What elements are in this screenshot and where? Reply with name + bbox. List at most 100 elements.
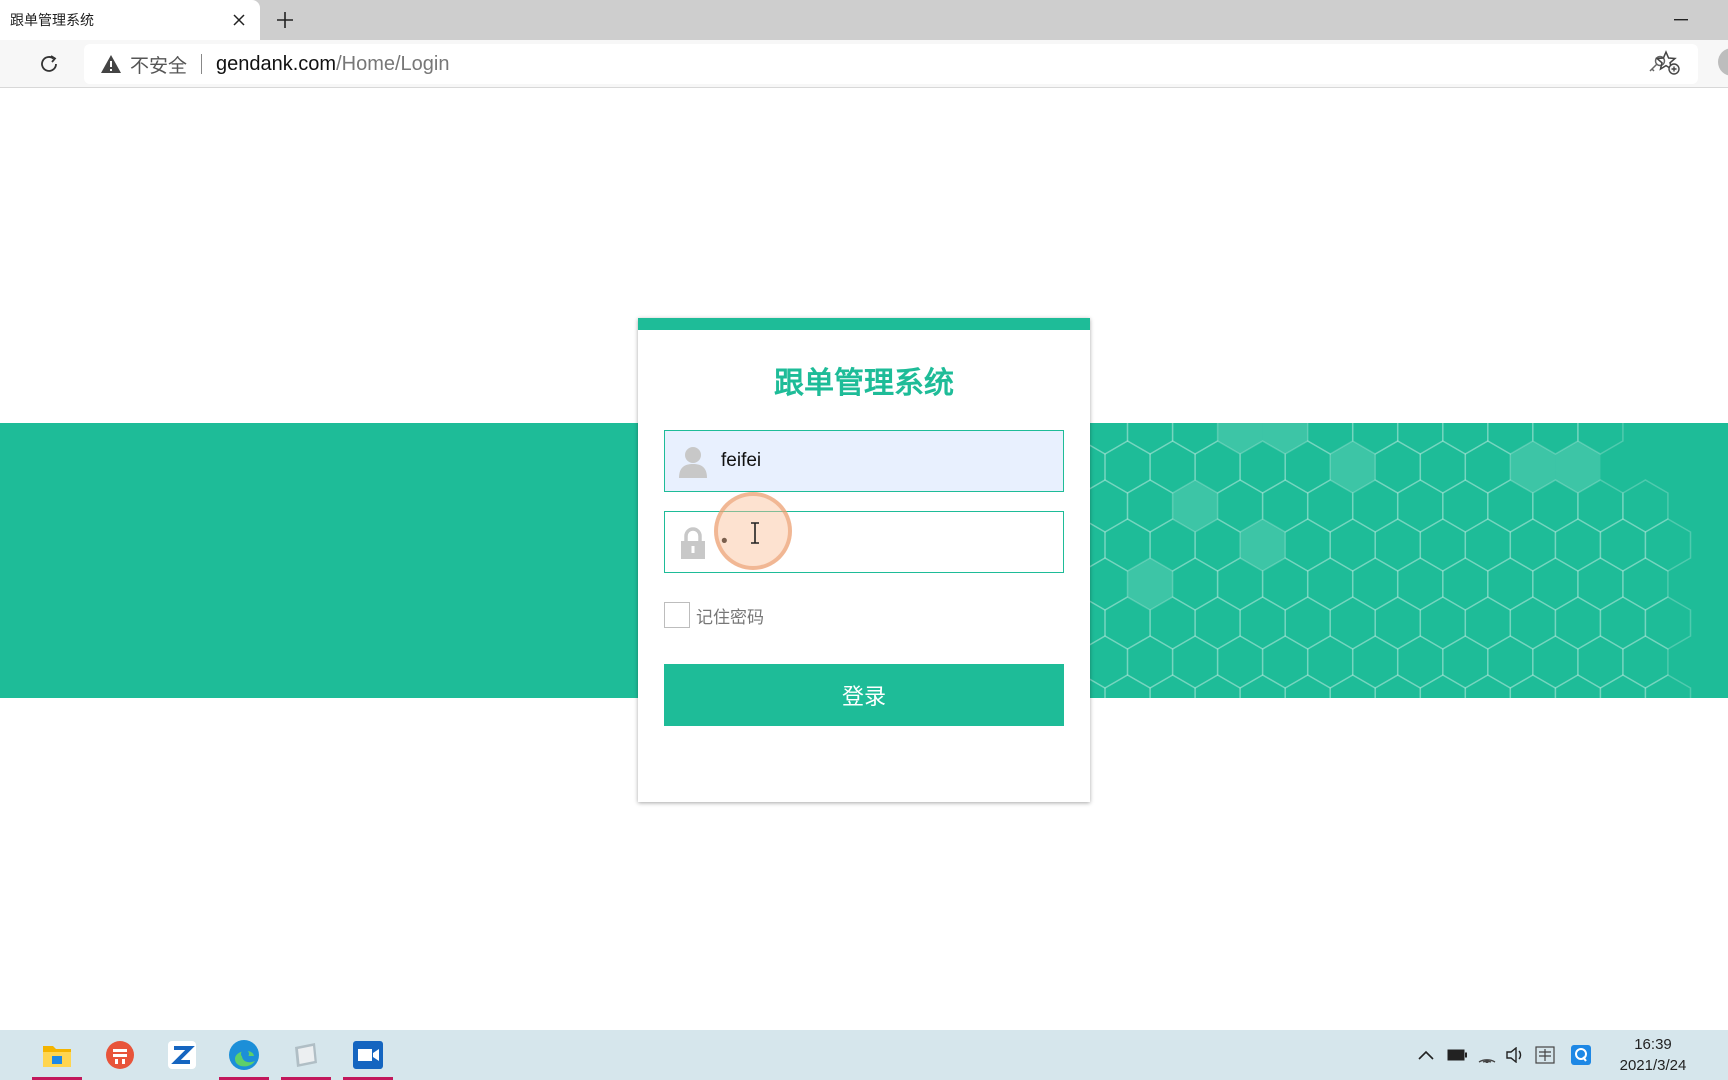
- hexagon-shape: [1622, 635, 1669, 689]
- hexagon-shape: [1330, 441, 1376, 493]
- hexagon-shape: [1442, 635, 1489, 689]
- hexagon-shape: [1396, 479, 1444, 533]
- hexagon-shape: [1104, 440, 1151, 494]
- hexagon-shape: [1419, 440, 1467, 494]
- hexagon-shape: [1374, 518, 1422, 572]
- hexagon-shape: [1396, 423, 1444, 455]
- hexagon-shape: [1329, 596, 1376, 650]
- address-separator: [201, 54, 203, 74]
- hexagon-shape: [1599, 674, 1647, 698]
- login-button[interactable]: 登录: [664, 664, 1064, 726]
- hexagon-shape: [1577, 635, 1624, 689]
- hexagon-shape: [1240, 519, 1286, 571]
- hexagon-shape: [1509, 518, 1557, 572]
- file-explorer-icon[interactable]: [29, 1030, 85, 1080]
- security-label[interactable]: 不安全: [130, 51, 187, 78]
- hexagon-shape: [1194, 596, 1241, 650]
- favorites-icon[interactable]: [1655, 50, 1681, 76]
- hexagon-shape: [1464, 518, 1512, 572]
- hexagon-shape: [1554, 518, 1602, 572]
- hexagon-shape: [1554, 674, 1602, 698]
- hexagon-shape: [1644, 518, 1692, 572]
- remember-label[interactable]: 记住密码: [696, 603, 764, 628]
- hexagon-shape: [1555, 441, 1601, 493]
- hexagon-shape: [1487, 635, 1534, 689]
- remember-checkbox[interactable]: [664, 602, 690, 628]
- username-field[interactable]: [664, 430, 1064, 492]
- hexagon-shape: [1306, 557, 1354, 611]
- lock-icon: [677, 526, 709, 560]
- hexagon-shape: [1284, 674, 1331, 698]
- warning-icon[interactable]: [100, 54, 122, 74]
- edge-icon[interactable]: [216, 1030, 272, 1080]
- hexagon-shape: [1239, 674, 1286, 698]
- hexagon-shape: [1126, 635, 1174, 689]
- hexagon-shape: [1171, 557, 1219, 611]
- hexagon-shape: [1419, 596, 1467, 650]
- app-z-icon[interactable]: [154, 1030, 210, 1080]
- taskbar: 16:39 2021/3/24: [0, 1030, 1728, 1080]
- qq-icon[interactable]: [1570, 1044, 1592, 1066]
- login-card: 跟单管理系统 记住密码 登录: [638, 318, 1090, 802]
- hexagon-shape: [1464, 440, 1512, 494]
- hexagon-shape: [1127, 558, 1173, 610]
- remember-password[interactable]: 记住密码: [664, 602, 764, 628]
- video-icon[interactable]: [340, 1030, 396, 1080]
- hexagon-shape: [1442, 479, 1489, 533]
- hexagon-shape: [1374, 440, 1422, 494]
- hexagon-shape: [1509, 596, 1557, 650]
- hexagon-shape: [1554, 596, 1602, 650]
- url-host[interactable]: gendank.com: [216, 53, 336, 76]
- app-orange-icon[interactable]: [92, 1030, 148, 1080]
- hexagon-shape: [1577, 557, 1624, 611]
- username-input[interactable]: [721, 431, 1051, 491]
- hexagon-shape: [1487, 557, 1534, 611]
- hexagon-shape: [1532, 557, 1579, 611]
- hexagon-shape: [1351, 557, 1399, 611]
- login-title: 跟单管理系统: [774, 366, 954, 401]
- hexagon-shape: [1284, 518, 1331, 572]
- hexagon-shape: [1374, 596, 1422, 650]
- address-bar[interactable]: 不安全 gendank.com/Home/Login: [84, 44, 1698, 84]
- hexagon-shape: [1149, 674, 1196, 698]
- hexagon-shape: [1509, 674, 1557, 698]
- hexagon-shape: [1599, 518, 1647, 572]
- text-cursor-icon: [749, 522, 761, 544]
- volume-icon[interactable]: [1504, 1044, 1526, 1066]
- hexagon-shape: [1419, 518, 1467, 572]
- hexagon-shape: [1464, 674, 1512, 698]
- hexagon-shape: [1126, 479, 1174, 533]
- wifi-icon[interactable]: [1476, 1044, 1498, 1066]
- hexagon-shape: [1171, 635, 1219, 689]
- hexagon-shape: [1396, 635, 1444, 689]
- hexagon-shape: [1171, 423, 1219, 455]
- hexagon-shape: [1329, 518, 1376, 572]
- hexagon-shape: [1510, 441, 1556, 493]
- hexagon-shape: [1217, 423, 1263, 454]
- hexagon-shape: [1644, 674, 1692, 698]
- system-clock[interactable]: 16:39 2021/3/24: [1605, 1034, 1701, 1076]
- hexagon-shape: [1374, 674, 1422, 698]
- hexagon-shape: [1442, 557, 1489, 611]
- hexagon-shape: [1194, 674, 1241, 698]
- hexagon-shape: [1306, 635, 1354, 689]
- url-path[interactable]: /Home/Login: [336, 53, 449, 76]
- browser-tab[interactable]: 跟单管理系统: [0, 0, 260, 40]
- hexagon-shape: [1239, 596, 1286, 650]
- hexagon-shape: [1261, 635, 1309, 689]
- close-tab-icon[interactable]: [228, 9, 250, 31]
- new-tab-icon[interactable]: [272, 7, 298, 33]
- hexagon-shape: [1442, 423, 1489, 455]
- hexagon-shape: [1216, 635, 1264, 689]
- hexagon-shape: [1329, 674, 1376, 698]
- hexagon-shape: [1396, 557, 1444, 611]
- minimize-icon[interactable]: [1670, 10, 1692, 30]
- reload-icon[interactable]: [34, 49, 64, 79]
- input-method-icon[interactable]: [1534, 1044, 1556, 1066]
- notes-icon[interactable]: [278, 1030, 334, 1080]
- hexagon-shape: [1419, 674, 1467, 698]
- hexagon-shape: [1622, 479, 1669, 533]
- chevron-up-icon[interactable]: [1416, 1044, 1436, 1066]
- battery-icon[interactable]: [1446, 1044, 1468, 1066]
- hexagon-shape: [1464, 596, 1512, 650]
